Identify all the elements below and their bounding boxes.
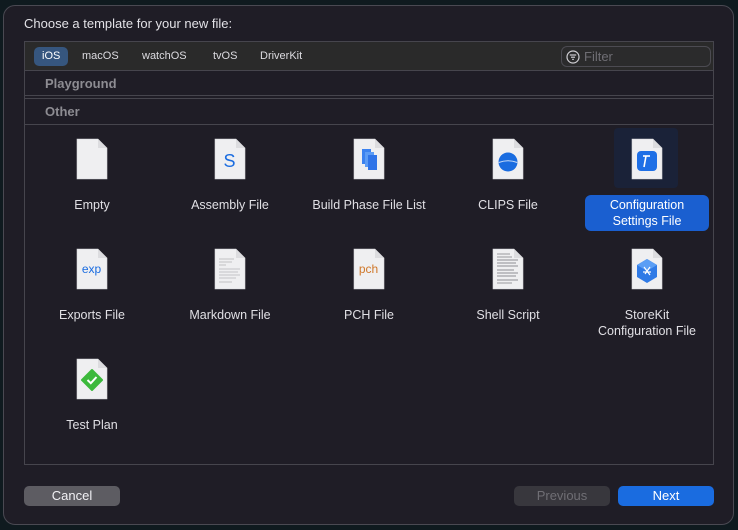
template-test-plan[interactable]: Test Plan <box>27 345 157 455</box>
dialog-prompt: Choose a template for your new file: <box>24 16 233 31</box>
section-header-playground[interactable]: Playground <box>25 71 713 96</box>
filter-field[interactable] <box>561 46 711 67</box>
template-grid: Empty S Assembly File Build Phase File L… <box>25 125 713 455</box>
template-label: Exports File <box>59 308 125 322</box>
svg-text:S: S <box>223 151 235 171</box>
next-button[interactable]: Next <box>618 486 714 506</box>
tab-watchos[interactable]: watchOS <box>134 47 195 66</box>
template-label: Configuration Settings File <box>585 195 709 231</box>
template-label: Shell Script <box>476 308 540 322</box>
platform-tab-bar: iOS macOS watchOS tvOS DriverKit <box>25 42 713 71</box>
template-label: StoreKit Configuration File <box>598 308 696 338</box>
template-build-phase-file-list[interactable]: Build Phase File List <box>304 125 434 235</box>
template-markdown-file[interactable]: Markdown File <box>165 235 295 345</box>
template-label: Test Plan <box>66 418 118 432</box>
filter-icon <box>566 49 580 64</box>
storekit-configuration-file-icon <box>631 248 663 290</box>
shell-script-icon <box>492 248 524 290</box>
previous-button[interactable]: Previous <box>514 486 610 506</box>
test-plan-icon <box>76 358 108 400</box>
new-file-template-dialog: Choose a template for your new file: iOS… <box>3 5 734 525</box>
template-label: Empty <box>74 198 110 212</box>
tab-ios[interactable]: iOS <box>34 47 69 66</box>
template-chooser-panel: iOS macOS watchOS tvOS DriverKit Playgro… <box>24 41 714 465</box>
configuration-settings-file-icon <box>631 138 663 180</box>
build-phase-file-list-icon <box>353 138 385 180</box>
template-label: CLIPS File <box>478 198 538 212</box>
exports-file-icon: exp <box>76 248 108 290</box>
template-label: Markdown File <box>189 308 271 322</box>
template-empty[interactable]: Empty <box>27 125 157 235</box>
template-storekit-configuration-file[interactable]: StoreKit Configuration File <box>582 235 712 345</box>
markdown-file-icon <box>214 248 246 290</box>
tab-driverkit[interactable]: DriverKit <box>252 47 310 66</box>
template-exports-file[interactable]: exp Exports File <box>27 235 157 345</box>
template-pch-file[interactable]: pch PCH File <box>304 235 434 345</box>
tab-tvos[interactable]: tvOS <box>205 47 245 66</box>
template-configuration-settings-file[interactable]: Configuration Settings File <box>582 125 712 235</box>
svg-text:exp: exp <box>82 262 102 276</box>
assembly-file-icon: S <box>214 138 246 180</box>
cancel-button[interactable]: Cancel <box>24 486 120 506</box>
template-assembly-file[interactable]: S Assembly File <box>165 125 295 235</box>
section-header-other: Other <box>25 99 713 125</box>
template-clips-file[interactable]: CLIPS File <box>443 125 573 235</box>
filter-input[interactable] <box>584 49 704 64</box>
empty-file-icon <box>76 138 108 180</box>
template-shell-script[interactable]: Shell Script <box>443 235 573 345</box>
template-label: Assembly File <box>191 198 269 212</box>
template-label: PCH File <box>343 308 394 322</box>
svg-text:pch: pch <box>359 262 378 276</box>
tab-macos[interactable]: macOS <box>74 47 127 66</box>
clips-file-icon <box>492 138 524 180</box>
template-label: Build Phase File List <box>312 198 426 212</box>
pch-file-icon: pch <box>353 248 385 290</box>
